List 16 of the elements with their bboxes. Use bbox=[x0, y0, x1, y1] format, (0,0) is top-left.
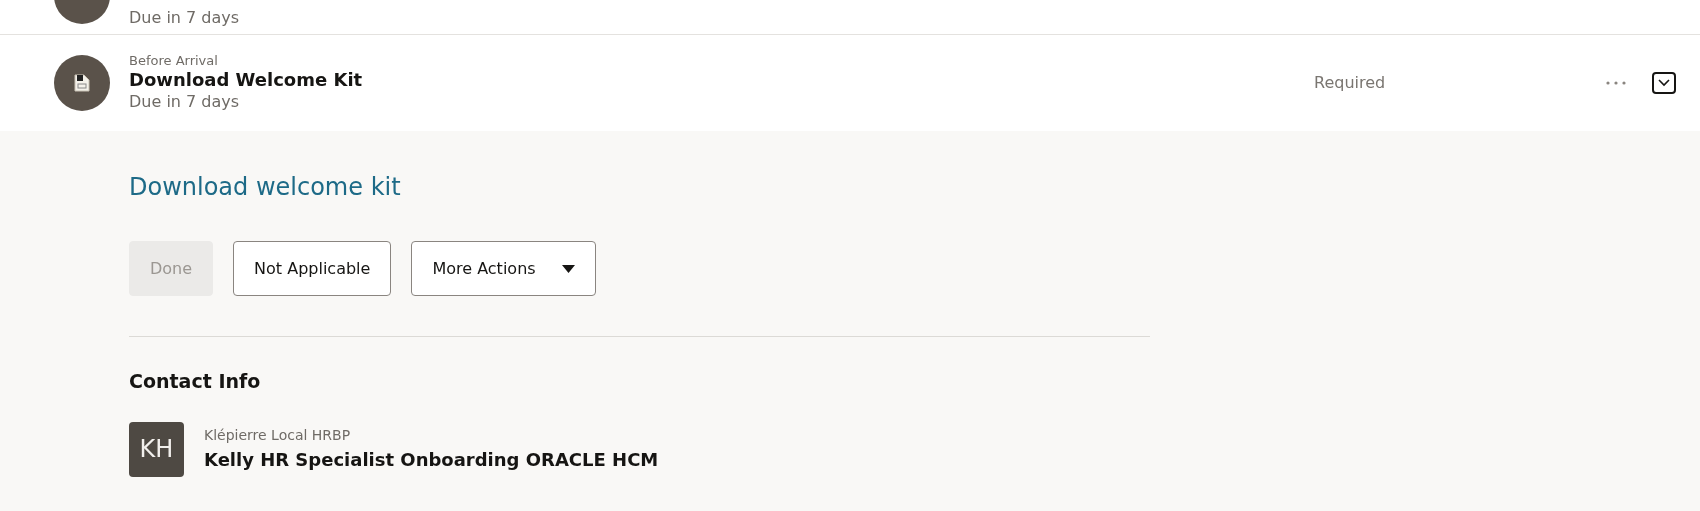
download-link[interactable]: Download welcome kit bbox=[129, 173, 401, 201]
caret-icon bbox=[561, 264, 575, 273]
status-label: Required bbox=[1314, 71, 1387, 94]
contact-avatar: KH bbox=[129, 421, 184, 477]
contact-role: Klépierre Local HRBP bbox=[204, 426, 352, 445]
more-actions-dropdown[interactable]: More Actions bbox=[411, 241, 596, 296]
document-icon bbox=[74, 73, 90, 92]
action-button[interactable]: Not Applicable bbox=[233, 241, 392, 296]
chevron-down-icon bbox=[1658, 78, 1670, 87]
collapse-button[interactable] bbox=[1652, 71, 1676, 94]
task-category: Before Arrival bbox=[129, 52, 219, 69]
section-heading: Contact Info bbox=[129, 369, 262, 394]
task-title: Download Welcome Kit bbox=[129, 68, 363, 92]
contact-name: Kelly HR Specialist Onboarding ORACLE HCM bbox=[204, 448, 659, 472]
due-date: Due in 7 days bbox=[129, 91, 241, 113]
due-date: Due in 7 days bbox=[129, 8, 240, 29]
